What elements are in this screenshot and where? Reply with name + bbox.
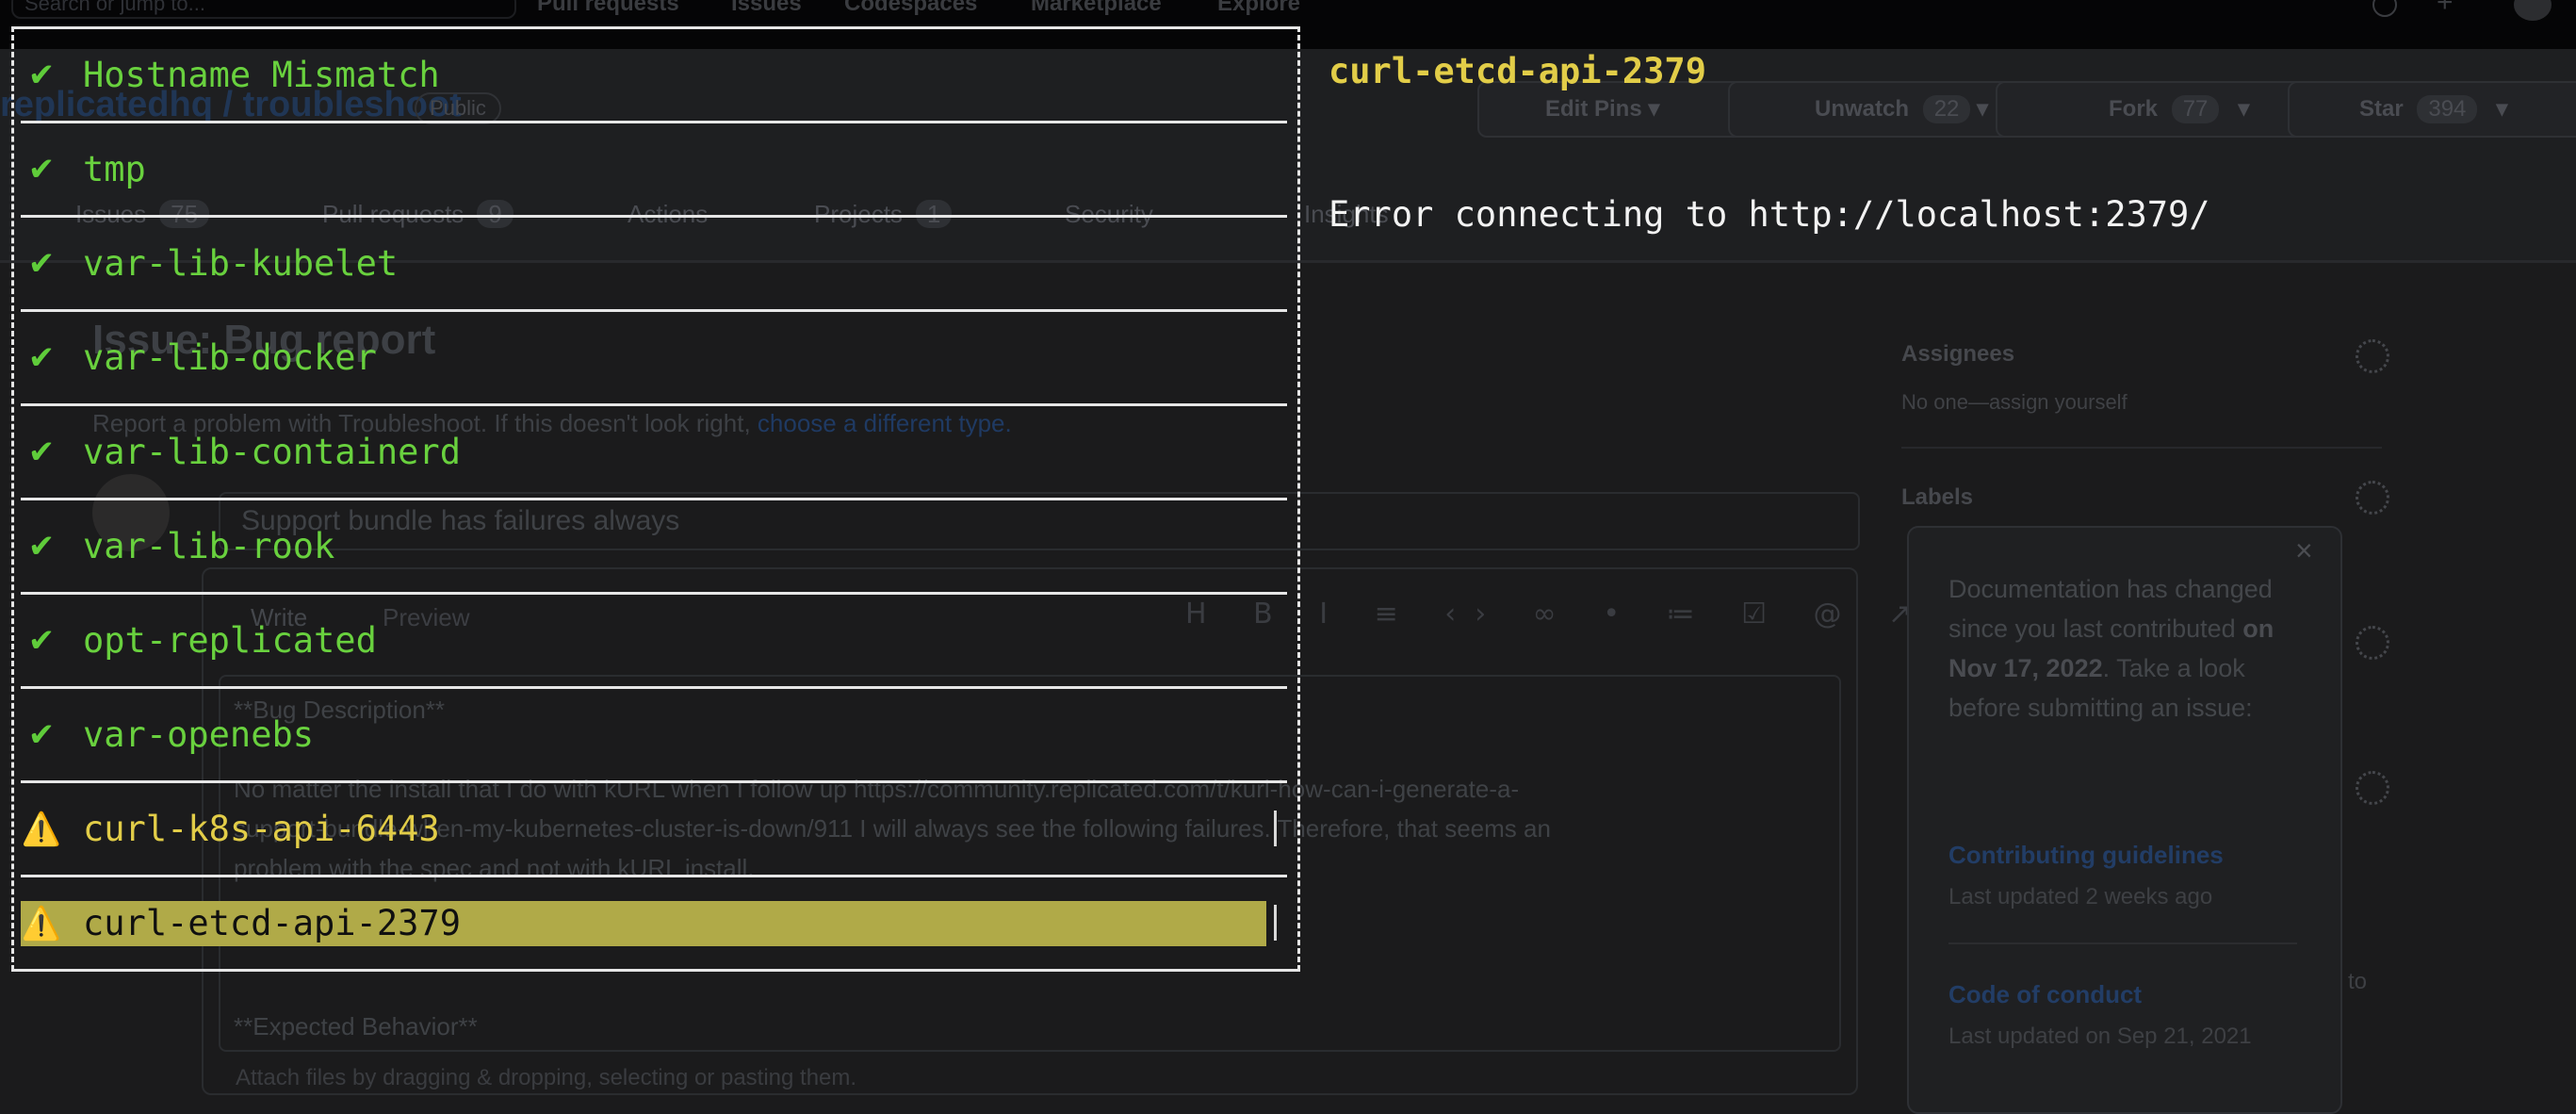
result-item[interactable]: ✔ var-lib-containerd xyxy=(21,430,1266,475)
check-icon: ✔ xyxy=(27,434,56,471)
check-icon: ✔ xyxy=(27,151,56,188)
row-separator xyxy=(21,309,1287,312)
warning-icon: ⚠️ xyxy=(21,811,62,848)
row-separator xyxy=(21,686,1287,689)
row-separator xyxy=(21,592,1287,595)
result-label: var-lib-kubelet xyxy=(83,243,399,284)
result-label: curl-k8s-api-6443 xyxy=(83,809,440,849)
text-cursor xyxy=(1274,905,1277,941)
row-separator xyxy=(21,121,1287,123)
check-icon: ✔ xyxy=(27,528,56,565)
check-icon: ✔ xyxy=(27,57,56,94)
result-item[interactable]: ✔ opt-replicated xyxy=(21,618,1266,663)
row-separator xyxy=(21,875,1287,877)
result-item[interactable]: ✔ var-lib-kubelet xyxy=(21,241,1266,287)
result-item[interactable]: ✔ tmp xyxy=(21,147,1266,192)
result-label: curl-etcd-api-2379 xyxy=(83,903,461,943)
list-frame-top xyxy=(11,26,1300,29)
result-label: tmp xyxy=(83,149,146,189)
detail-message: Error connecting to http://localhost:237… xyxy=(1329,194,2210,235)
check-icon: ✔ xyxy=(27,339,56,377)
preflight-results-panel: ✔ Hostname Mismatch ✔ tmp ✔ var-lib-kube… xyxy=(0,0,2576,1091)
result-item[interactable]: ✔ var-lib-docker xyxy=(21,336,1266,381)
result-item[interactable]: ✔ Hostname Mismatch xyxy=(21,53,1266,98)
detail-title: curl-etcd-api-2379 xyxy=(1329,51,1706,91)
list-frame-left xyxy=(11,26,14,971)
result-label: opt-replicated xyxy=(83,620,377,661)
result-label: var-lib-docker xyxy=(83,337,377,378)
warning-icon: ⚠️ xyxy=(21,905,62,942)
result-label: var-openebs xyxy=(83,714,315,755)
result-item[interactable]: ✔ var-openebs xyxy=(21,713,1266,758)
result-item-warning[interactable]: ⚠️ curl-k8s-api-6443 xyxy=(21,807,1266,852)
text-cursor xyxy=(1274,811,1277,846)
check-icon: ✔ xyxy=(27,245,56,283)
result-item[interactable]: ✔ var-lib-rook xyxy=(21,524,1266,569)
result-label: var-lib-rook xyxy=(83,526,335,566)
row-separator xyxy=(21,215,1287,218)
check-icon: ✔ xyxy=(27,622,56,660)
result-label: var-lib-containerd xyxy=(83,432,461,472)
row-separator xyxy=(21,780,1287,783)
row-separator xyxy=(21,403,1287,406)
result-label: Hostname Mismatch xyxy=(83,55,440,95)
check-icon: ✔ xyxy=(27,716,56,754)
result-item-selected[interactable]: ⚠️ curl-etcd-api-2379 xyxy=(21,901,1266,946)
list-frame-right xyxy=(1297,26,1300,971)
row-separator xyxy=(21,498,1287,500)
list-frame-bottom xyxy=(11,969,1300,972)
